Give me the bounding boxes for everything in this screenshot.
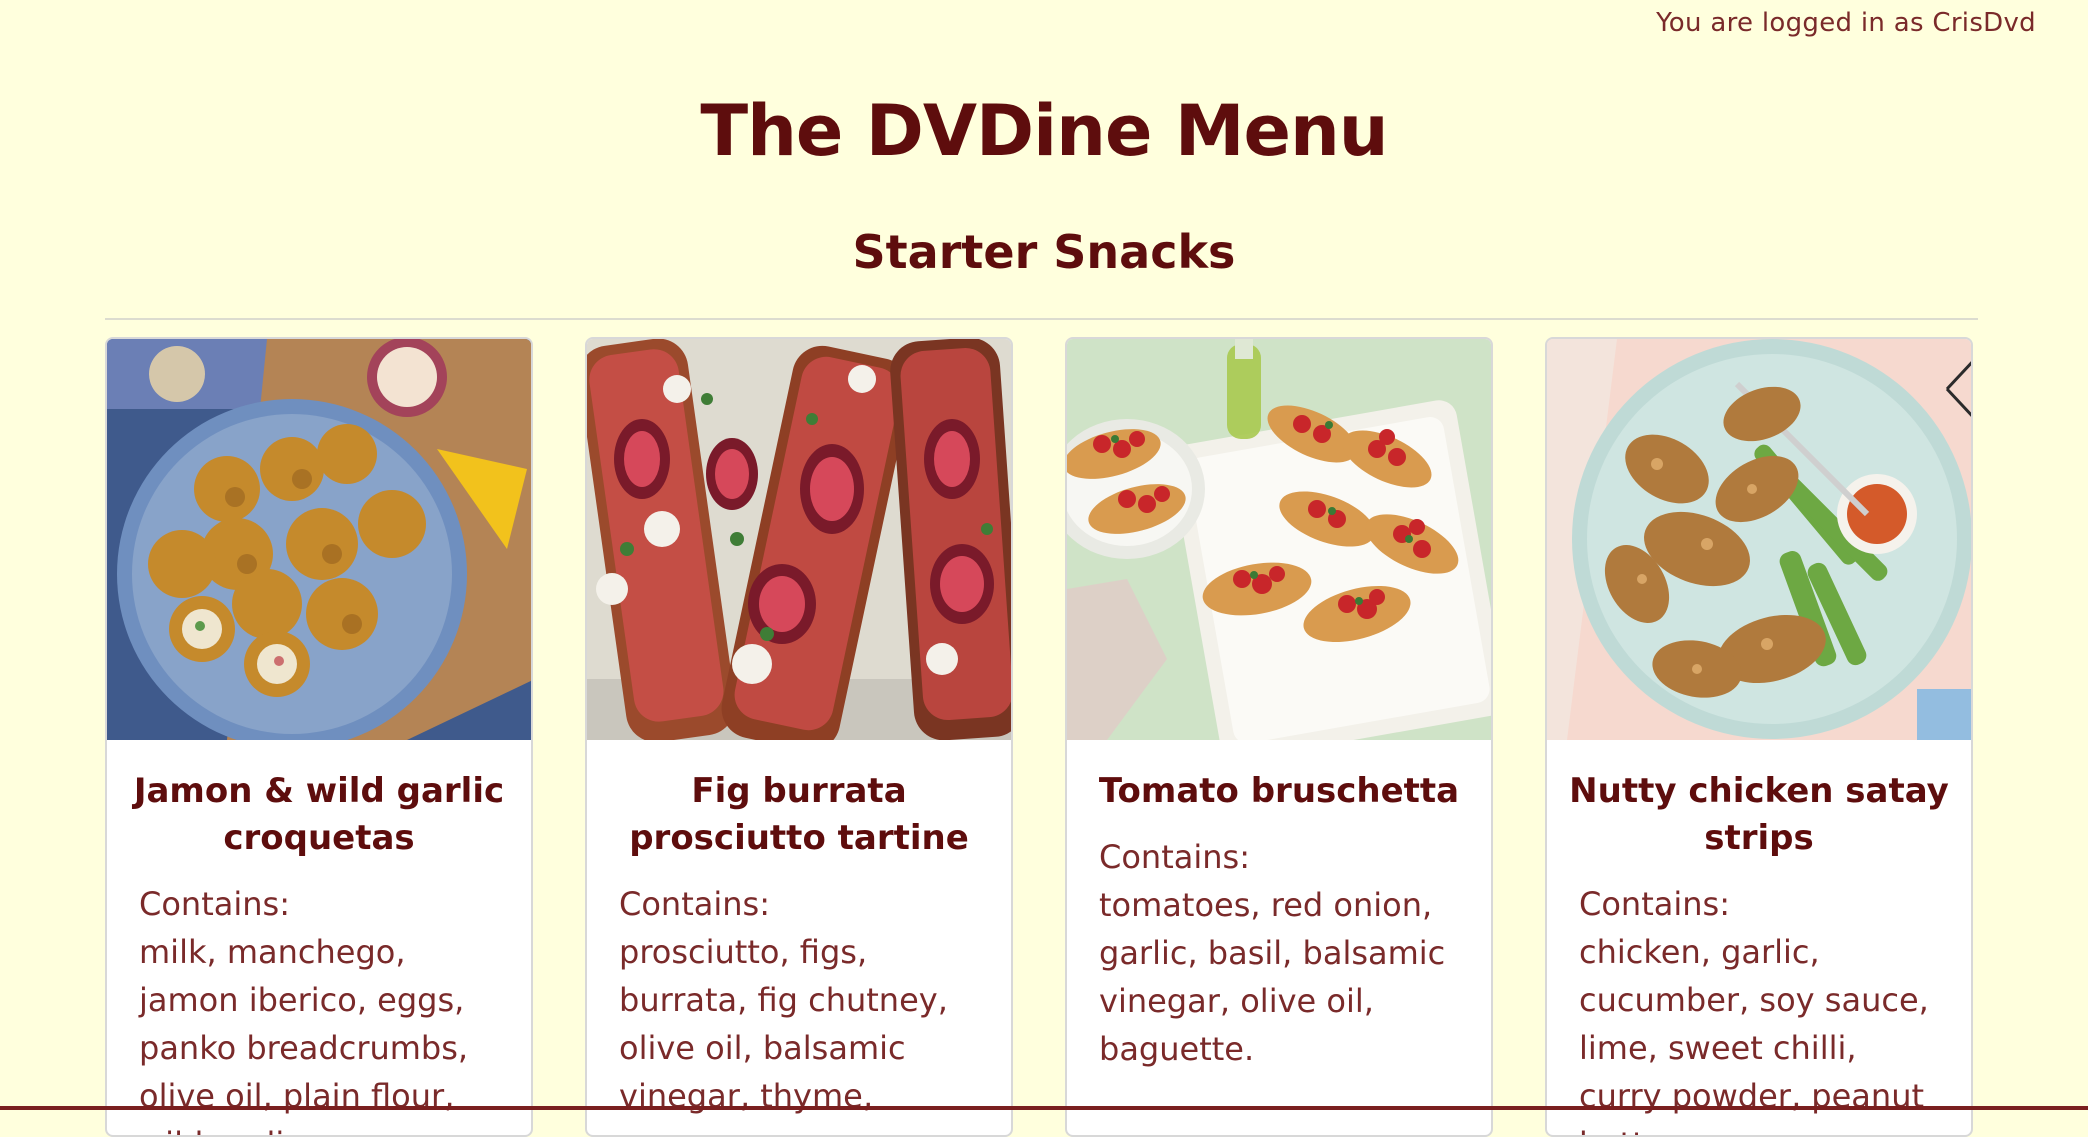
contains-label: Contains: — [619, 885, 770, 923]
satay-photo — [1547, 339, 1971, 740]
card-title: Jamon & wild garlic croquetas — [133, 771, 505, 858]
section-divider — [105, 318, 1978, 320]
croquetas-photo — [107, 339, 531, 740]
menu-card[interactable]: Jamon & wild garlic croquetas Contains: … — [105, 337, 533, 1137]
menu-card-grid: Jamon & wild garlic croquetas Contains: … — [105, 337, 1978, 1137]
ingredients-text: prosciutto, figs, burrata, fig chutney, … — [619, 933, 948, 1115]
tartine-photo — [587, 339, 1011, 740]
card-title: Tomato bruschetta — [1098, 771, 1460, 811]
card-ingredients: Contains: tomatoes, red onion, garlic, b… — [1099, 833, 1461, 1073]
contains-label: Contains: — [139, 885, 290, 923]
card-ingredients: Contains: chicken, garlic, cucumber, soy… — [1579, 880, 1941, 1135]
menu-card[interactable]: Tomato bruschetta Contains: tomatoes, re… — [1065, 337, 1493, 1137]
card-ingredients: Contains: milk, manchego, jamon iberico,… — [139, 880, 501, 1135]
card-ingredients: Contains: prosciutto, figs, burrata, fig… — [619, 880, 981, 1120]
section-title: Starter Snacks — [852, 225, 1236, 279]
bruschetta-photo — [1067, 339, 1491, 740]
card-title: Fig burrata prosciutto tartine — [629, 771, 969, 858]
menu-card[interactable]: Nutty chicken satay strips Contains: chi… — [1545, 337, 1973, 1137]
page-title: The DVDine Menu — [700, 90, 1388, 172]
menu-card[interactable]: Fig burrata prosciutto tartine Contains:… — [585, 337, 1013, 1137]
bottom-border — [0, 1106, 2088, 1110]
contains-label: Contains: — [1579, 885, 1730, 923]
contains-label: Contains: — [1099, 838, 1250, 876]
login-status: You are logged in as CrisDvd — [1656, 8, 2036, 38]
card-title: Nutty chicken satay strips — [1569, 771, 1949, 858]
ingredients-text: tomatoes, red onion, garlic, basil, bals… — [1099, 886, 1446, 1068]
